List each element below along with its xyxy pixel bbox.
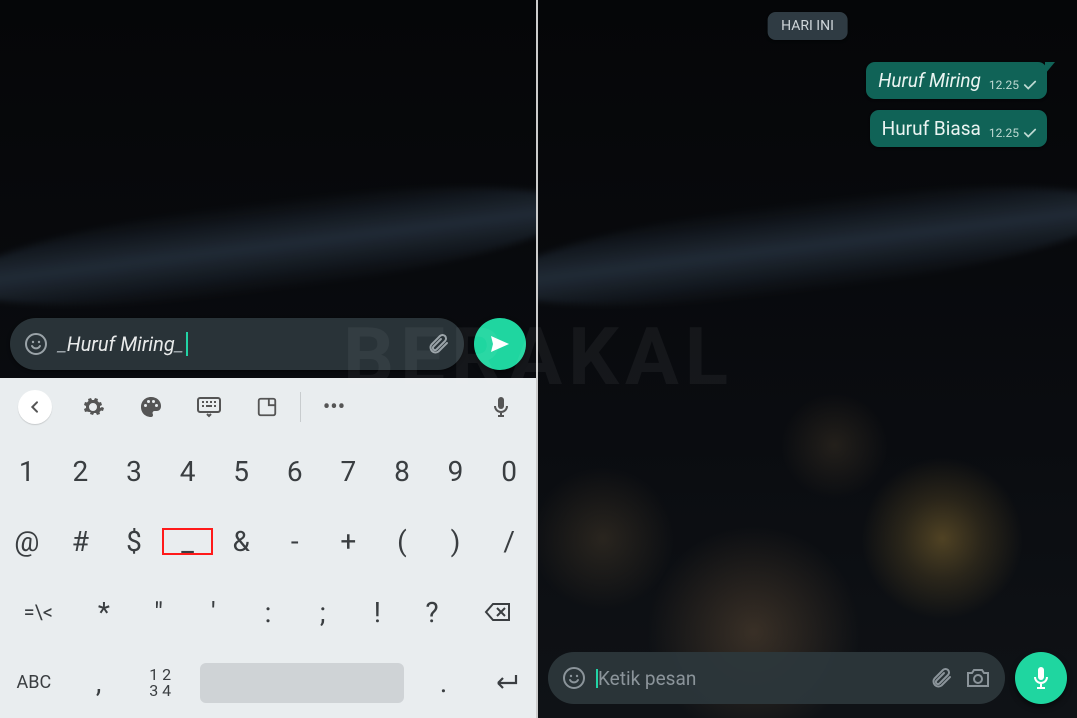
key-r1-7[interactable]: 8 [375, 455, 429, 488]
compose-bubble[interactable]: Ketik pesan [548, 652, 1005, 704]
key-r1-3[interactable]: 4 [161, 455, 215, 488]
tick-icon [1023, 127, 1037, 139]
key-r2-1[interactable]: # [54, 525, 108, 558]
keyboard: ••• 1234567890 @#$_&-+()/ =\<*"':;!? ABC… [0, 378, 536, 718]
key-enter[interactable] [474, 671, 536, 695]
keyboard-row-3: =\<*"':;!? [0, 577, 536, 648]
sticker-icon[interactable] [238, 396, 296, 418]
key-abc[interactable]: ABC [0, 672, 68, 693]
compose-row: _Huruf Miring_ [10, 318, 526, 370]
key-r1-0[interactable]: 1 [0, 455, 54, 488]
compose-bubble[interactable]: _Huruf Miring_ [10, 318, 464, 370]
toolbar-separator [300, 392, 301, 422]
message-bubble-outgoing[interactable]: Huruf Biasa 12.25 [870, 110, 1047, 147]
key-r2-5[interactable]: - [268, 525, 322, 558]
key-r3-0[interactable]: =\< [0, 600, 77, 624]
key-r2-3[interactable]: _ [161, 525, 215, 558]
message-time: 12.25 [989, 126, 1019, 140]
key-r2-9[interactable]: / [482, 525, 536, 558]
bubble-tail [1045, 62, 1055, 74]
key-r3-7[interactable]: ? [405, 596, 460, 629]
emoji-icon[interactable] [24, 332, 48, 356]
day-separator-chip: HARI INI [767, 12, 848, 40]
emoji-icon[interactable] [562, 666, 586, 690]
key-comma[interactable]: , [68, 666, 130, 699]
key-r1-9[interactable]: 0 [482, 455, 536, 488]
left-panel: _Huruf Miring_ ••• 1234567890 @#$_&-+()/ [0, 0, 538, 718]
message-bubble-outgoing[interactable]: Huruf Miring 12.25 [866, 62, 1047, 99]
key-r1-4[interactable]: 5 [214, 455, 268, 488]
key-r2-4[interactable]: & [214, 525, 268, 558]
keyboard-rows: 1234567890 @#$_&-+()/ =\<*"':;!? ABC , 1… [0, 436, 536, 718]
compose-input[interactable]: _Huruf Miring_ [58, 332, 416, 356]
message-meta: 12.25 [989, 126, 1037, 140]
keyboard-row-2: @#$_&-+()/ [0, 507, 536, 578]
wallpaper-arc [538, 0, 1077, 718]
key-space[interactable] [191, 663, 413, 703]
message-text: Huruf Miring [878, 69, 981, 92]
key-r2-2[interactable]: $ [107, 525, 161, 558]
key-num-switch[interactable]: 1 2 3 4 [129, 667, 191, 699]
key-r2-6[interactable]: + [322, 525, 376, 558]
key-r3-5[interactable]: ; [295, 596, 350, 629]
message-meta: 12.25 [989, 78, 1037, 92]
key-r1-8[interactable]: 9 [429, 455, 483, 488]
key-r1-2[interactable]: 3 [107, 455, 161, 488]
kb-back-button[interactable] [6, 390, 64, 424]
gear-icon[interactable] [64, 395, 122, 419]
message-time: 12.25 [989, 78, 1019, 92]
compose-placeholder[interactable]: Ketik pesan [598, 667, 917, 690]
message-text: Huruf Biasa [882, 117, 981, 140]
keyboard-layout-icon[interactable] [180, 396, 238, 418]
key-period[interactable]: . [413, 666, 475, 699]
keyboard-toolbar: ••• [0, 378, 536, 436]
attachment-icon[interactable] [929, 666, 953, 690]
compose-prefix: _ [58, 332, 67, 356]
camera-icon[interactable] [965, 667, 991, 689]
key-r3-4[interactable]: : [241, 596, 296, 629]
key-r2-0[interactable]: @ [0, 525, 54, 558]
attachment-icon[interactable] [426, 332, 450, 356]
mic-icon[interactable] [472, 395, 530, 419]
more-icon[interactable]: ••• [305, 395, 363, 420]
text-cursor [186, 332, 188, 356]
key-r3-6[interactable]: ! [350, 596, 405, 629]
key-r1-1[interactable]: 2 [54, 455, 108, 488]
tick-icon [1023, 79, 1037, 91]
keyboard-row-4: ABC , 1 2 3 4 . [0, 648, 536, 718]
key-r1-5[interactable]: 6 [268, 455, 322, 488]
key-r3-2[interactable]: " [131, 596, 186, 629]
right-panel: HARI INI Huruf Miring 12.25 Huruf Biasa … [538, 0, 1077, 718]
key-r3-1[interactable]: * [77, 596, 132, 629]
compose-suffix: _ [175, 332, 184, 356]
voice-message-button[interactable] [1015, 652, 1067, 704]
palette-icon[interactable] [122, 395, 180, 419]
key-r2-8[interactable]: ) [429, 525, 483, 558]
key-r1-6[interactable]: 7 [322, 455, 376, 488]
numswitch-bottom: 3 4 [149, 683, 171, 699]
key-r2-7[interactable]: ( [375, 525, 429, 558]
send-button[interactable] [474, 318, 526, 370]
key-r3-3[interactable]: ' [186, 596, 241, 629]
compose-row: Ketik pesan [548, 652, 1067, 704]
key-backspace[interactable] [459, 601, 536, 623]
keyboard-row-1: 1234567890 [0, 436, 536, 507]
compose-text-value: Huruf Miring [67, 332, 175, 356]
